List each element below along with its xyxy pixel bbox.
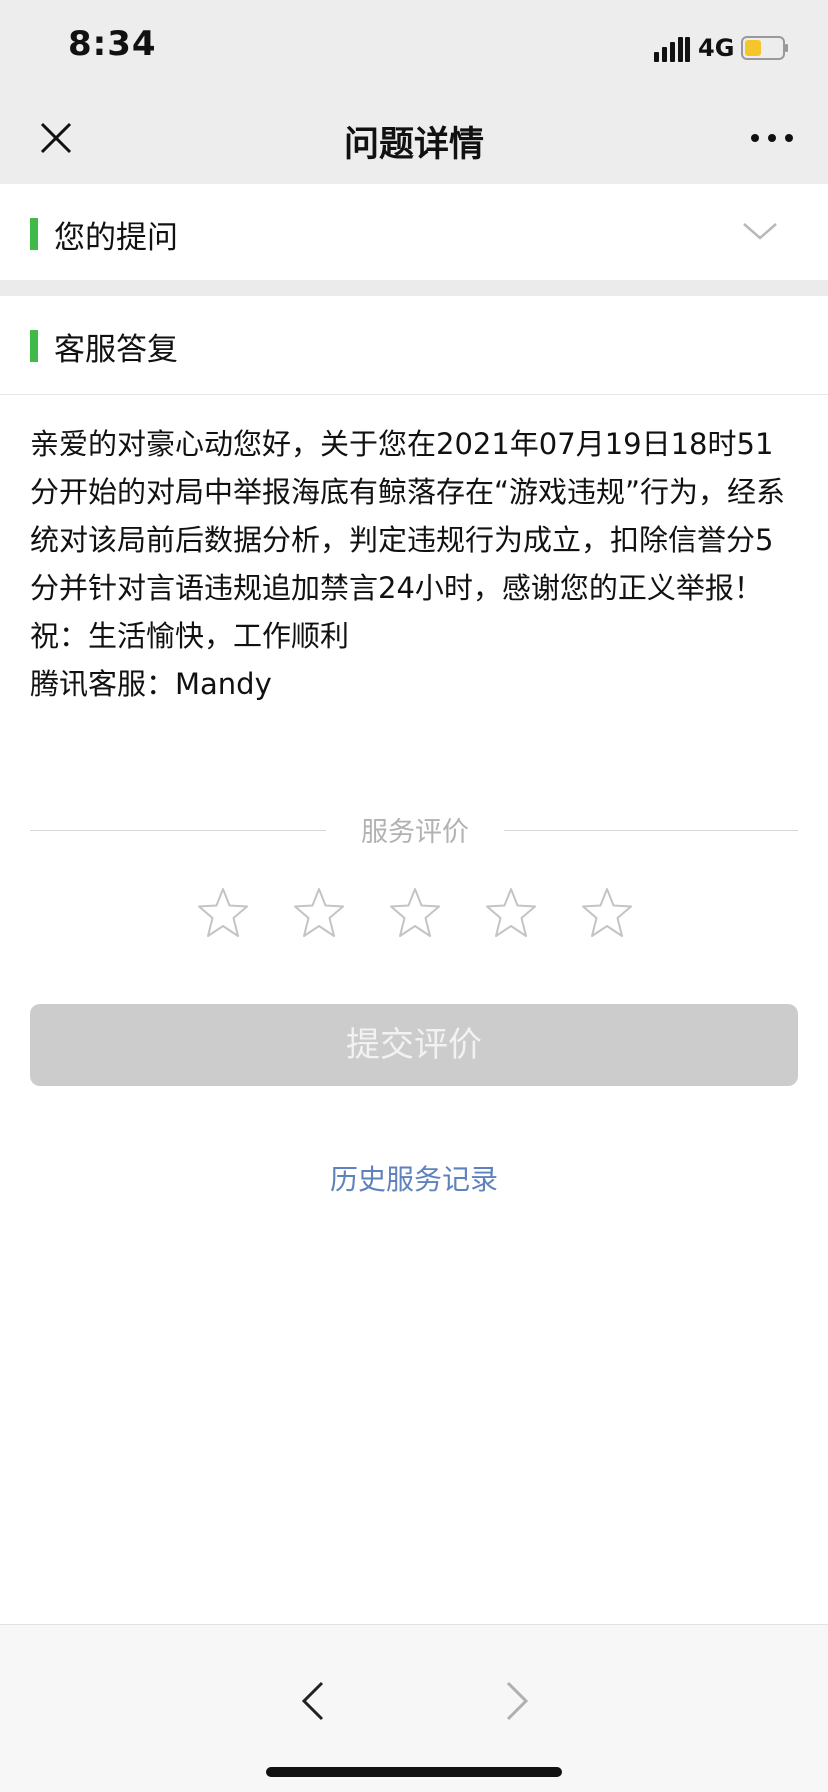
chevron-right-icon[interactable]	[492, 1677, 540, 1725]
nav-bar: 问题详情	[0, 96, 828, 184]
bottom-toolbar	[0, 1624, 828, 1792]
signal-bars-icon	[654, 37, 690, 62]
star-icon-3[interactable]	[388, 886, 442, 940]
star-rating	[196, 886, 636, 946]
reply-paragraph: 亲爱的对豪心动您好，关于您在2021年07月19日18时51分开始的对局中举报海…	[30, 427, 786, 605]
question-section-header[interactable]: 您的提问	[0, 184, 828, 280]
reply-greeting: 祝：生活愉快，工作顺利	[30, 619, 350, 653]
star-icon-2[interactable]	[292, 886, 346, 940]
star-icon-5[interactable]	[580, 886, 634, 940]
more-dots-icon[interactable]	[740, 110, 804, 170]
battery-low-icon	[741, 36, 788, 60]
question-section-label: 您的提问	[54, 220, 178, 256]
page-title: 问题详情	[343, 125, 484, 165]
star-icon-4[interactable]	[484, 886, 538, 940]
chevron-down-icon[interactable]	[740, 214, 780, 250]
submit-rating-button[interactable]: 提交评价	[30, 1004, 798, 1086]
reply-signature: 腾讯客服：Mandy	[30, 667, 272, 701]
status-bar: 8:34 4G	[0, 0, 828, 96]
rating-header: 服务评价	[30, 806, 798, 854]
page: 8:34 4G 问题详情 您的提问 客服答复 亲爱的对豪心动您好，关于您在202…	[0, 0, 828, 1792]
network-label: 4G	[698, 34, 735, 62]
section-divider	[0, 280, 828, 296]
divider-line	[504, 830, 798, 831]
history-records-link[interactable]: 历史服务记录	[0, 1158, 828, 1198]
section-accent-bar	[30, 330, 38, 362]
star-icon-1[interactable]	[196, 886, 250, 940]
chevron-left-icon[interactable]	[290, 1677, 338, 1725]
divider-line	[30, 830, 326, 831]
reply-section-header: 客服答复	[0, 296, 828, 395]
reply-body: 亲爱的对豪心动您好，关于您在2021年07月19日18时51分开始的对局中举报海…	[30, 420, 802, 708]
rating-title: 服务评价	[361, 817, 469, 848]
section-accent-bar	[30, 218, 38, 250]
home-indicator	[266, 1767, 562, 1777]
reply-section-label: 客服答复	[54, 332, 178, 368]
status-time: 8:34	[68, 24, 157, 64]
